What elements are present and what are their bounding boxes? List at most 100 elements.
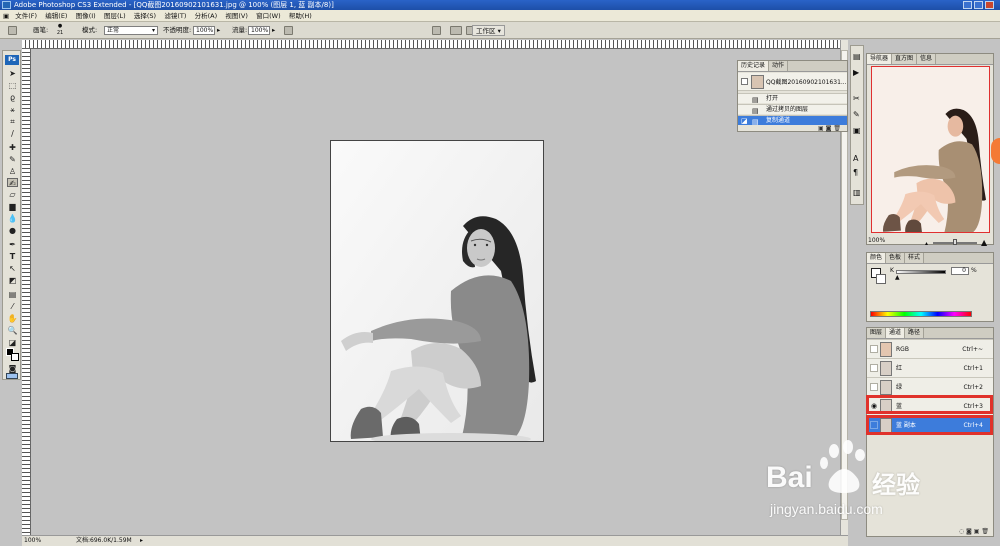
workspace-button[interactable]: 工作区 ▾ — [472, 25, 505, 36]
color-value-field[interactable]: 0 — [951, 267, 969, 275]
color-background-swatch[interactable] — [876, 274, 886, 284]
marquee-tool-icon[interactable]: ⬚ — [7, 81, 18, 90]
type-tool-icon[interactable]: T — [7, 252, 18, 261]
menu-help[interactable]: 帮助(H) — [286, 10, 315, 22]
menu-filter[interactable]: 滤镜(T) — [161, 10, 189, 22]
character-panel-icon[interactable]: A — [853, 154, 858, 163]
flow-chevron-icon[interactable]: ▸ — [272, 22, 275, 39]
clone-stamp-preset-icon[interactable] — [8, 26, 17, 35]
background-color-swatch[interactable] — [11, 353, 19, 361]
lasso-tool-icon[interactable]: ϱ — [7, 93, 18, 102]
channel-row-green[interactable]: 绿 Ctrl+2 — [867, 377, 993, 396]
menu-edit[interactable]: 编辑(E) — [42, 10, 70, 22]
ps-menu-icon[interactable]: ▣ — [0, 10, 10, 22]
shape-tool-icon[interactable]: ◩ — [7, 276, 18, 285]
paragraph-panel-icon[interactable]: ¶ — [853, 168, 858, 177]
eraser-tool-icon[interactable]: ▱ — [7, 190, 18, 199]
hand-tool-icon[interactable]: ✋ — [7, 314, 18, 323]
tab-layers[interactable]: 图层 — [867, 328, 887, 338]
channel-row-rgb[interactable]: RGB Ctrl+~ — [867, 339, 993, 358]
layer-comps-icon[interactable]: ▥ — [853, 188, 861, 197]
brush-tool-icon[interactable]: ✎ — [7, 155, 18, 164]
airbrush-icon[interactable] — [284, 26, 293, 35]
tab-color[interactable]: 颜色 — [867, 253, 887, 263]
tab-info[interactable]: 信息 — [917, 54, 937, 64]
zoom-in-icon[interactable]: ▲ — [981, 238, 987, 247]
navigator-zoom[interactable]: 100% — [868, 237, 885, 244]
flow-field[interactable]: 100% — [248, 26, 270, 35]
healing-brush-tool-icon[interactable]: ✚ — [7, 143, 18, 152]
menu-layer[interactable]: 图层(L) — [101, 10, 129, 22]
visibility-toggle[interactable] — [870, 345, 878, 353]
delete-channel-icon[interactable]: 🗑 — [981, 528, 989, 535]
magic-wand-tool-icon[interactable]: ⚹ — [7, 105, 18, 114]
tab-actions[interactable]: 动作 — [769, 61, 789, 71]
visibility-toggle[interactable] — [870, 383, 878, 391]
gradient-tool-icon[interactable]: ▆ — [7, 202, 18, 211]
toggle-brushes-panel-icon[interactable] — [432, 26, 441, 35]
tab-histogram[interactable]: 直方图 — [892, 54, 918, 64]
tab-navigator[interactable]: 导航器 — [867, 54, 893, 64]
load-selection-icon[interactable]: ◌ — [959, 528, 964, 535]
move-tool-icon[interactable]: ➤ — [7, 69, 18, 78]
blur-tool-icon[interactable]: 💧 — [7, 214, 18, 223]
history-snapshot[interactable]: QQ截图20160902101631... — [738, 73, 847, 91]
opacity-chevron-icon[interactable]: ▸ — [217, 22, 220, 39]
save-selection-icon[interactable]: ◙ — [966, 528, 972, 535]
zoom-slider-thumb[interactable] — [953, 239, 957, 245]
zoom-tool-icon[interactable]: 🔍 — [7, 326, 18, 335]
slider-triangle-icon[interactable]: ▲ — [895, 274, 900, 281]
document-image[interactable] — [330, 140, 544, 442]
close-button[interactable] — [985, 1, 994, 9]
menu-analysis[interactable]: 分析(A) — [192, 10, 221, 22]
color-slider[interactable] — [896, 270, 946, 274]
floating-side-badge[interactable] — [991, 138, 1000, 164]
history-brush-tool-icon[interactable]: ✍ — [7, 178, 18, 188]
tab-history[interactable]: 历史记录 — [738, 61, 770, 71]
screen-mode-toggle-icon[interactable] — [6, 373, 18, 379]
history-item[interactable]: ▤ 通过拷贝的图层 — [738, 104, 847, 115]
channel-row-red[interactable]: 红 Ctrl+1 — [867, 358, 993, 377]
tab-styles[interactable]: 样式 — [905, 253, 925, 263]
quick-mask-icon[interactable]: ◙ — [7, 364, 18, 373]
crop-tool-icon[interactable]: ⌗ — [7, 117, 18, 126]
history-item[interactable]: ▤ 打开 — [738, 93, 847, 104]
status-menu-arrow-icon[interactable]: ▸ — [140, 536, 143, 546]
tab-swatches[interactable]: 色板 — [886, 253, 906, 263]
color-spectrum-bar[interactable] — [870, 311, 972, 317]
slice-tool-icon[interactable]: ∕ — [7, 129, 18, 138]
dodge-tool-icon[interactable]: ● — [7, 226, 18, 235]
path-selection-tool-icon[interactable]: ↖ — [7, 264, 18, 273]
menu-file[interactable]: 文件(F) — [12, 10, 40, 22]
eyedropper-tool-icon[interactable]: ⁄ — [7, 302, 18, 311]
new-document-from-state-icon[interactable]: ▣ — [818, 125, 824, 132]
clone-source-icon[interactable]: ▣ — [853, 126, 861, 135]
history-panel-icon[interactable]: ▤ — [853, 52, 861, 61]
brush-picker[interactable]: ● 21 — [54, 23, 66, 38]
mode-select[interactable]: 正常 ▾ — [104, 26, 158, 35]
new-channel-icon[interactable]: ▣ — [974, 528, 980, 535]
tool-presets-icon[interactable]: ✂ — [853, 94, 860, 103]
status-zoom[interactable]: 100% — [24, 536, 41, 546]
zoom-out-icon[interactable]: ▴ — [925, 240, 928, 247]
clone-stamp-tool-icon[interactable]: ♙ — [7, 167, 18, 176]
tab-channels[interactable]: 通道 — [886, 328, 906, 338]
delete-state-icon[interactable]: 🗑 — [833, 125, 841, 132]
menu-window[interactable]: 窗口(W) — [253, 10, 284, 22]
minimize-button[interactable] — [963, 1, 972, 9]
menu-view[interactable]: 视图(V) — [222, 10, 251, 22]
actions-panel-icon[interactable]: ▶ — [853, 68, 859, 77]
menu-select[interactable]: 选择(S) — [131, 10, 159, 22]
history-item-selected[interactable]: ◪ ▤ 复制通道 — [738, 115, 847, 126]
brushes-panel-icon[interactable]: ✎ — [853, 110, 860, 119]
tab-paths[interactable]: 路径 — [905, 328, 925, 338]
maximize-button[interactable] — [974, 1, 983, 9]
navigator-thumbnail[interactable] — [871, 66, 990, 233]
pen-tool-icon[interactable]: ✒ — [7, 240, 18, 249]
opacity-field[interactable]: 100% — [193, 26, 215, 35]
document-bridge-icon[interactable] — [450, 26, 462, 35]
new-snapshot-icon[interactable]: ◙ — [826, 125, 832, 132]
default-colors-icon[interactable]: ◪ — [7, 338, 18, 347]
visibility-toggle[interactable] — [870, 364, 878, 372]
menu-image[interactable]: 图像(I) — [73, 10, 99, 22]
